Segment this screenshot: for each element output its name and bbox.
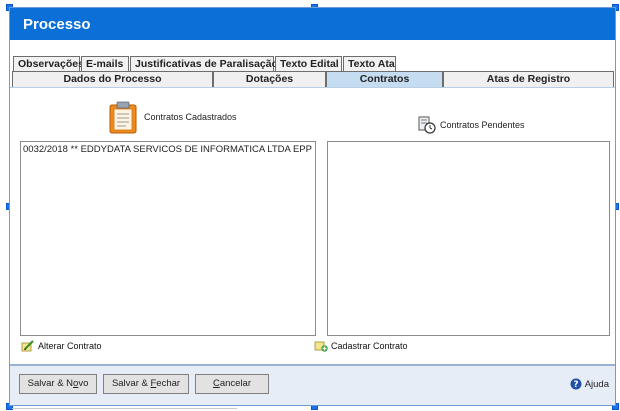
contratos-pendentes-list[interactable]: [327, 141, 610, 336]
tab-dados-do-processo[interactable]: Dados do Processo: [12, 71, 213, 87]
save-and-new-label-b: vo: [78, 378, 89, 389]
add-document-icon: [314, 340, 328, 352]
help-link[interactable]: ? Ajuda: [570, 378, 609, 390]
tab-bar-row1: Observações E-mails Justificativas de Pa…: [13, 56, 397, 71]
help-label: Ajuda: [584, 378, 609, 390]
svg-text:?: ?: [573, 380, 578, 390]
help-circle-icon: ?: [570, 378, 582, 390]
tab-texto-edital[interactable]: Texto Edital: [275, 56, 342, 71]
tab-emails[interactable]: E-mails: [81, 56, 129, 71]
contratos-cadastrados-list[interactable]: 0032/2018 ** EDDYDATA SERVICOS DE INFORM…: [20, 141, 316, 336]
save-and-new-button[interactable]: Salvar & Novo: [19, 374, 97, 394]
process-window: Processo Observações E-mails Justificati…: [9, 7, 616, 406]
save-and-close-label-b: echar: [156, 378, 181, 389]
tab-contratos[interactable]: Contratos: [326, 71, 443, 87]
contratos-cadastrados-heading: Contratos Cadastrados: [108, 100, 237, 134]
list-item[interactable]: 0032/2018 ** EDDYDATA SERVICOS DE INFORM…: [23, 144, 313, 155]
footer-bar: Salvar & Novo Salvar & Fechar Cancelar ?…: [10, 364, 615, 405]
save-and-new-label-a: Salvar & N: [27, 378, 74, 389]
edit-pencil-icon: [21, 340, 35, 352]
contratos-panel: Contratos Cadastrados Contratos Pendente…: [10, 87, 615, 364]
contratos-pendentes-heading: Contratos Pendentes: [418, 116, 525, 134]
cadastrar-contrato-label: Cadastrar Contrato: [331, 341, 408, 351]
tab-bar-row2: Dados do Processo Dotações Contratos Ata…: [10, 71, 615, 87]
window-title: Processo: [10, 8, 615, 40]
cancel-label-u: C: [212, 378, 220, 389]
alterar-contrato-link[interactable]: Alterar Contrato: [21, 340, 102, 352]
document-clock-icon: [418, 116, 436, 134]
save-and-close-label-a: Salvar &: [111, 378, 151, 389]
cancel-button[interactable]: Cancelar: [195, 374, 269, 394]
tab-dotacoes[interactable]: Dotações: [213, 71, 326, 87]
cadastrar-contrato-link[interactable]: Cadastrar Contrato: [314, 340, 408, 352]
contratos-cadastrados-label: Contratos Cadastrados: [144, 112, 237, 122]
tab-atas-de-registro[interactable]: Atas de Registro: [443, 71, 614, 87]
cancel-label-b: ancelar: [219, 378, 252, 389]
tab-observacoes[interactable]: Observações: [13, 56, 84, 71]
tab-justificativas[interactable]: Justificativas de Paralisação: [130, 56, 278, 71]
clipboard-icon: [108, 100, 138, 134]
save-and-close-button[interactable]: Salvar & Fechar: [103, 374, 189, 394]
tab-texto-ata[interactable]: Texto Ata: [343, 56, 396, 71]
alterar-contrato-label: Alterar Contrato: [38, 341, 102, 351]
contratos-pendentes-label: Contratos Pendentes: [440, 120, 525, 130]
